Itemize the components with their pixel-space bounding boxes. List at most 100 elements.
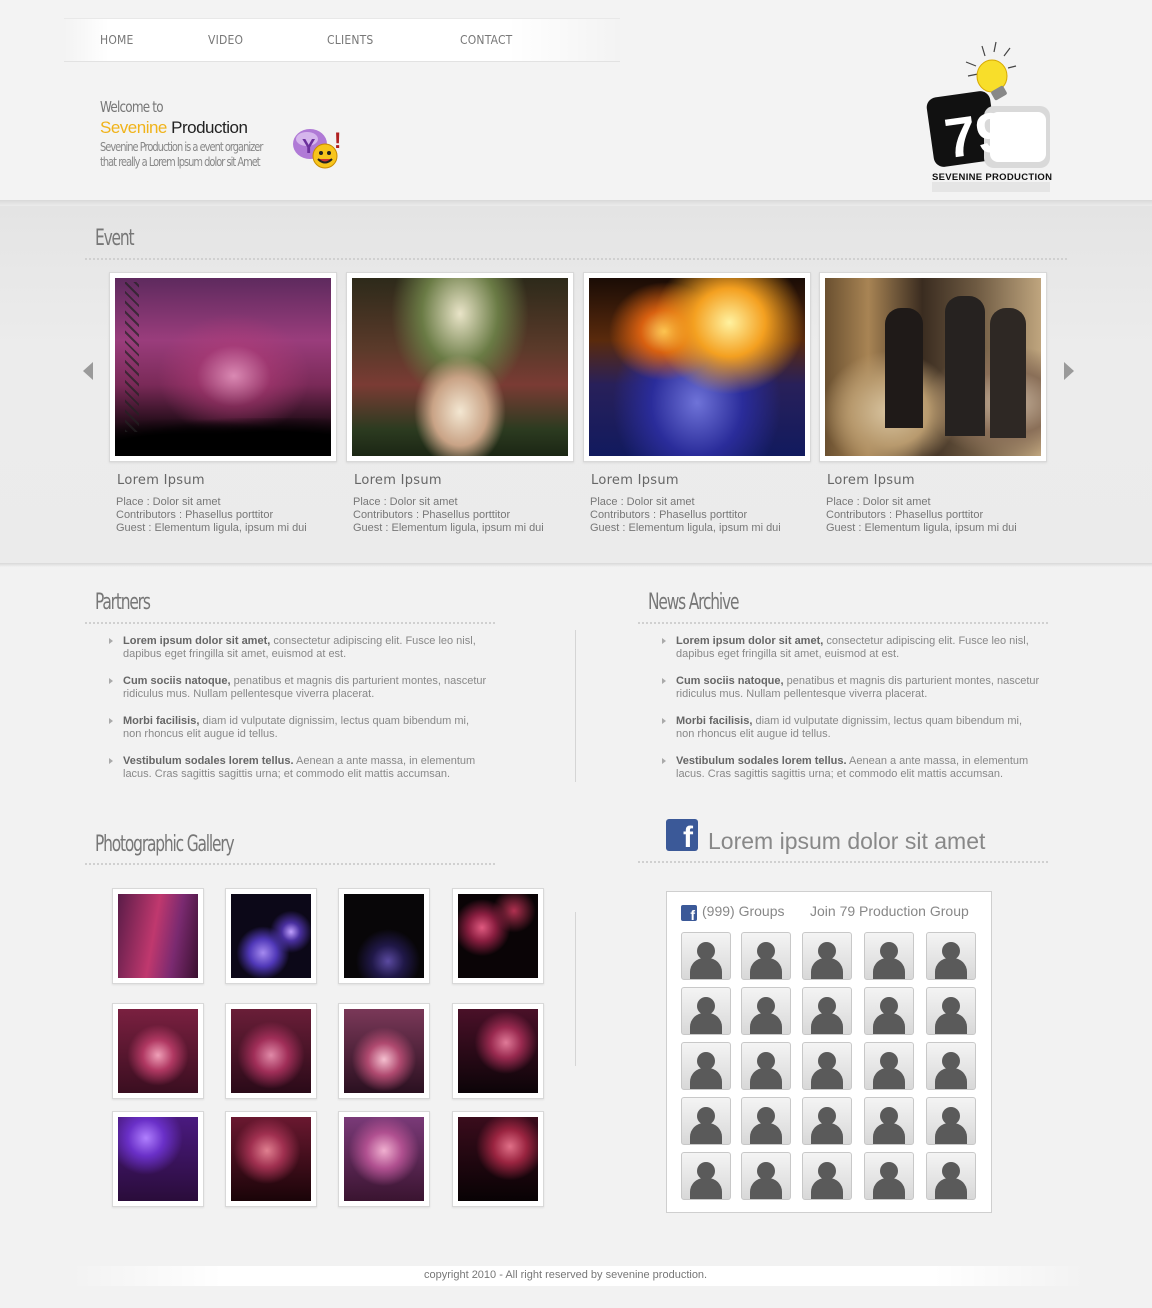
event-photo-frame[interactable] — [109, 272, 337, 462]
member-avatar-icon[interactable] — [926, 1042, 976, 1090]
brand-first: Sevenine — [100, 118, 167, 137]
event-name[interactable]: Lorem Ipsum — [827, 473, 1047, 488]
list-item[interactable]: Morbi facilisis, diam id vulputate digni… — [662, 715, 1042, 741]
list-item[interactable]: Vestibulum sodales lorem tellus. Aenean … — [662, 755, 1042, 781]
list-item[interactable]: Morbi facilisis, diam id vulputate digni… — [109, 715, 489, 741]
gallery-thumb[interactable] — [452, 1111, 544, 1207]
gallery-photo — [344, 1117, 424, 1201]
list-item-bold: Lorem ipsum dolor sit amet, — [123, 635, 271, 647]
logo-text: SEVENINE PRODUCTION — [932, 172, 1052, 183]
facebook-groups-count[interactable]: (999) Groups — [702, 903, 784, 919]
event-meta: Place : Dolor sit amet Contributors : Ph… — [116, 496, 337, 535]
gallery-photo — [458, 894, 538, 978]
event-card[interactable]: Lorem Ipsum Place : Dolor sit amet Contr… — [819, 272, 1047, 535]
gallery-thumb[interactable] — [225, 1111, 317, 1207]
member-avatar-icon[interactable] — [741, 1042, 791, 1090]
news-list: Lorem ipsum dolor sit amet, consectetur … — [662, 635, 1042, 795]
event-name[interactable]: Lorem Ipsum — [117, 473, 337, 488]
partners-title: Partners — [95, 590, 151, 615]
member-avatar-icon[interactable] — [864, 932, 914, 980]
event-contributors: Contributors : Phasellus porttitor — [590, 509, 748, 521]
event-photo-frame[interactable] — [819, 272, 1047, 462]
event-name[interactable]: Lorem Ipsum — [354, 473, 574, 488]
event-photo-frame[interactable] — [583, 272, 811, 462]
gallery-thumb[interactable] — [338, 1003, 430, 1099]
member-avatar-icon[interactable] — [926, 987, 976, 1035]
gallery-thumb[interactable] — [452, 888, 544, 984]
list-item[interactable]: Cum sociis natoque, penatibus et magnis … — [662, 675, 1042, 701]
member-avatar-icon[interactable] — [681, 1042, 731, 1090]
list-item[interactable]: Cum sociis natoque, penatibus et magnis … — [109, 675, 489, 701]
yahoo-messenger-icon[interactable]: Y ! — [292, 126, 346, 174]
member-avatar-icon[interactable] — [741, 1097, 791, 1145]
event-meta: Place : Dolor sit amet Contributors : Ph… — [590, 496, 811, 535]
facebook-title-divider — [638, 861, 1048, 863]
member-avatar-icon[interactable] — [681, 932, 731, 980]
event-name[interactable]: Lorem Ipsum — [591, 473, 811, 488]
member-avatar-icon[interactable] — [864, 1042, 914, 1090]
member-avatar-icon[interactable] — [926, 932, 976, 980]
event-card[interactable]: Lorem Ipsum Place : Dolor sit amet Contr… — [109, 272, 337, 535]
list-item-bold: Cum sociis natoque, — [676, 675, 784, 687]
gallery-thumb[interactable] — [338, 888, 430, 984]
gallery-photo — [344, 1009, 424, 1093]
member-avatar-icon[interactable] — [802, 1152, 852, 1200]
header: HOME VIDEO CLIENTS CONTACT Welcome to Se… — [0, 0, 1152, 203]
welcome-description: Sevenine Production is a event organizer… — [100, 140, 263, 169]
facebook-join-link[interactable]: Join 79 Production Group — [810, 903, 969, 919]
facebook-icon[interactable]: f — [666, 819, 698, 853]
partners-list: Lorem ipsum dolor sit amet, consectetur … — [109, 635, 489, 795]
gallery-thumb[interactable] — [112, 888, 204, 984]
list-item[interactable]: Vestibulum sodales lorem tellus. Aenean … — [109, 755, 489, 781]
event-photo-frame[interactable] — [346, 272, 574, 462]
event-meta: Place : Dolor sit amet Contributors : Ph… — [353, 496, 574, 535]
event-section-divider — [0, 563, 1152, 567]
gallery-thumb[interactable] — [225, 1003, 317, 1099]
gallery-thumb[interactable] — [452, 1003, 544, 1099]
member-avatar-icon[interactable] — [681, 987, 731, 1035]
member-avatar-icon[interactable] — [926, 1152, 976, 1200]
nav-clients[interactable]: CLIENTS — [327, 33, 373, 47]
member-avatar-icon[interactable] — [864, 1097, 914, 1145]
welcome-line: Welcome to — [100, 98, 164, 116]
gallery-thumb[interactable] — [338, 1111, 430, 1207]
nav-video[interactable]: VIDEO — [208, 33, 243, 47]
news-title-divider — [638, 622, 1048, 624]
brand-second: Production — [171, 118, 248, 137]
list-item[interactable]: Lorem ipsum dolor sit amet, consectetur … — [109, 635, 489, 661]
member-avatar-icon[interactable] — [802, 1097, 852, 1145]
gallery-thumb[interactable] — [225, 888, 317, 984]
event-guest: Guest : Elementum ligula, ipsum mi dui — [826, 522, 1017, 534]
event-card[interactable]: Lorem Ipsum Place : Dolor sit amet Contr… — [583, 272, 811, 535]
member-avatar-icon[interactable] — [802, 1042, 852, 1090]
list-item[interactable]: Lorem ipsum dolor sit amet, consectetur … — [662, 635, 1042, 661]
member-avatar-icon[interactable] — [802, 932, 852, 980]
member-avatar-icon[interactable] — [802, 987, 852, 1035]
event-contributors: Contributors : Phasellus porttitor — [116, 509, 274, 521]
nav-home[interactable]: HOME — [100, 33, 134, 47]
event-card[interactable]: Lorem Ipsum Place : Dolor sit amet Contr… — [346, 272, 574, 535]
member-avatar-icon[interactable] — [681, 1097, 731, 1145]
gallery-thumb[interactable] — [112, 1003, 204, 1099]
event-guest: Guest : Elementum ligula, ipsum mi dui — [353, 522, 544, 534]
gallery-thumb[interactable] — [112, 1111, 204, 1207]
list-item-bold: Morbi facilisis, — [123, 715, 200, 727]
gallery-photo — [231, 1117, 311, 1201]
member-avatar-icon[interactable] — [741, 1152, 791, 1200]
nav-contact[interactable]: CONTACT — [460, 33, 512, 47]
gallery-title: Photographic Gallery — [95, 832, 235, 857]
member-avatar-icon[interactable] — [741, 987, 791, 1035]
footer: copyright 2010 - All right reserved by s… — [70, 1266, 1086, 1286]
event-photo-wedding-stage — [352, 278, 568, 456]
carousel-prev-arrow-icon[interactable] — [83, 362, 93, 380]
event-contributors: Contributors : Phasellus porttitor — [353, 509, 511, 521]
member-avatar-icon[interactable] — [681, 1152, 731, 1200]
facebook-small-icon-glyph: f — [690, 907, 695, 923]
carousel-next-arrow-icon[interactable] — [1064, 362, 1074, 380]
member-avatar-icon[interactable] — [741, 932, 791, 980]
member-avatar-icon[interactable] — [926, 1097, 976, 1145]
main-nav: HOME VIDEO CLIENTS CONTACT — [64, 18, 620, 62]
member-avatar-icon[interactable] — [864, 987, 914, 1035]
member-avatar-icon[interactable] — [864, 1152, 914, 1200]
logo[interactable]: 79 SEVENINE PRODUCTION — [926, 40, 1056, 192]
